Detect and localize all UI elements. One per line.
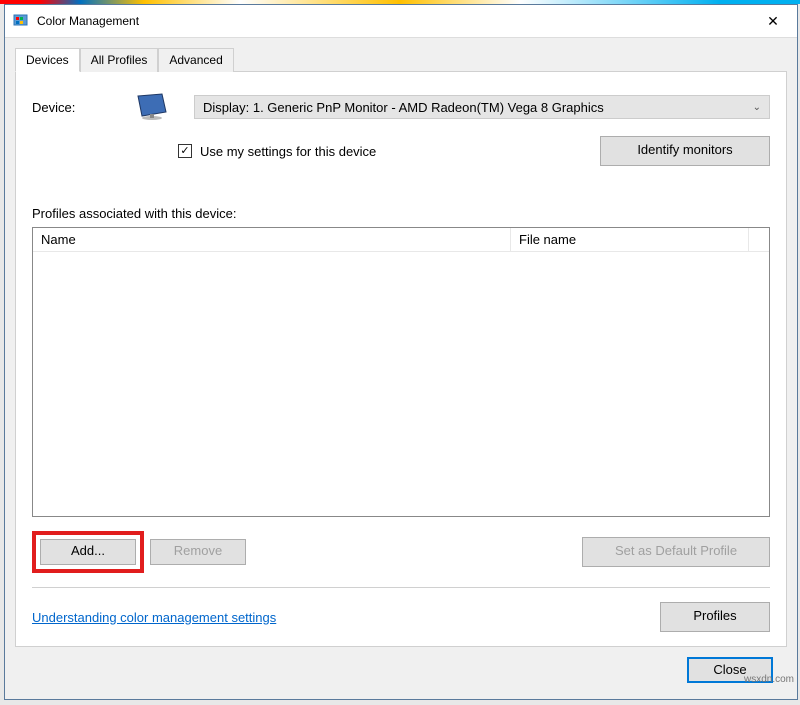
check-icon: ✓: [180, 146, 189, 157]
divider: [32, 587, 770, 588]
device-label: Device:: [32, 100, 112, 115]
tab-all-profiles[interactable]: All Profiles: [80, 48, 159, 72]
set-default-button: Set as Default Profile: [582, 537, 770, 567]
profiles-button[interactable]: Profiles: [660, 602, 770, 632]
profiles-label: Profiles associated with this device:: [32, 206, 770, 221]
remove-button: Remove: [150, 539, 246, 565]
devices-panel: Device: Display: 1. Generic PnP Monitor …: [15, 71, 787, 647]
device-dropdown[interactable]: Display: 1. Generic PnP Monitor - AMD Ra…: [194, 95, 770, 119]
tab-advanced[interactable]: Advanced: [158, 48, 233, 72]
close-icon[interactable]: ✕: [753, 7, 793, 35]
tab-devices[interactable]: Devices: [15, 48, 80, 72]
identify-monitors-button[interactable]: Identify monitors: [600, 136, 770, 166]
add-highlight: Add...: [32, 531, 144, 573]
column-name[interactable]: Name: [33, 228, 511, 251]
footer: Close: [15, 647, 787, 693]
use-settings-checkbox[interactable]: ✓: [178, 144, 192, 158]
profile-buttons-row: Add... Remove Set as Default Profile: [32, 531, 770, 573]
tab-bar: Devices All Profiles Advanced: [15, 48, 787, 72]
use-settings-label: Use my settings for this device: [200, 144, 376, 159]
list-header: Name File name: [33, 228, 769, 252]
column-spacer: [749, 228, 769, 251]
titlebar: Color Management ✕: [5, 5, 797, 37]
window-title: Color Management: [37, 14, 753, 28]
window: Color Management ✕ Devices All Profiles …: [4, 4, 798, 700]
add-button[interactable]: Add...: [40, 539, 136, 565]
column-filename[interactable]: File name: [511, 228, 749, 251]
help-link[interactable]: Understanding color management settings: [32, 610, 276, 625]
device-dropdown-value: Display: 1. Generic PnP Monitor - AMD Ra…: [203, 100, 604, 115]
app-icon: [13, 13, 29, 29]
settings-row: ✓ Use my settings for this device Identi…: [32, 136, 770, 166]
link-row: Understanding color management settings …: [32, 602, 770, 632]
monitor-icon: [136, 92, 170, 122]
chevron-down-icon: ⌄: [753, 102, 761, 113]
profiles-listbox[interactable]: Name File name: [32, 227, 770, 517]
device-row: Device: Display: 1. Generic PnP Monitor …: [32, 92, 770, 122]
watermark: wsxdn.com: [744, 674, 794, 685]
content-area: Devices All Profiles Advanced Device: Di…: [5, 37, 797, 699]
